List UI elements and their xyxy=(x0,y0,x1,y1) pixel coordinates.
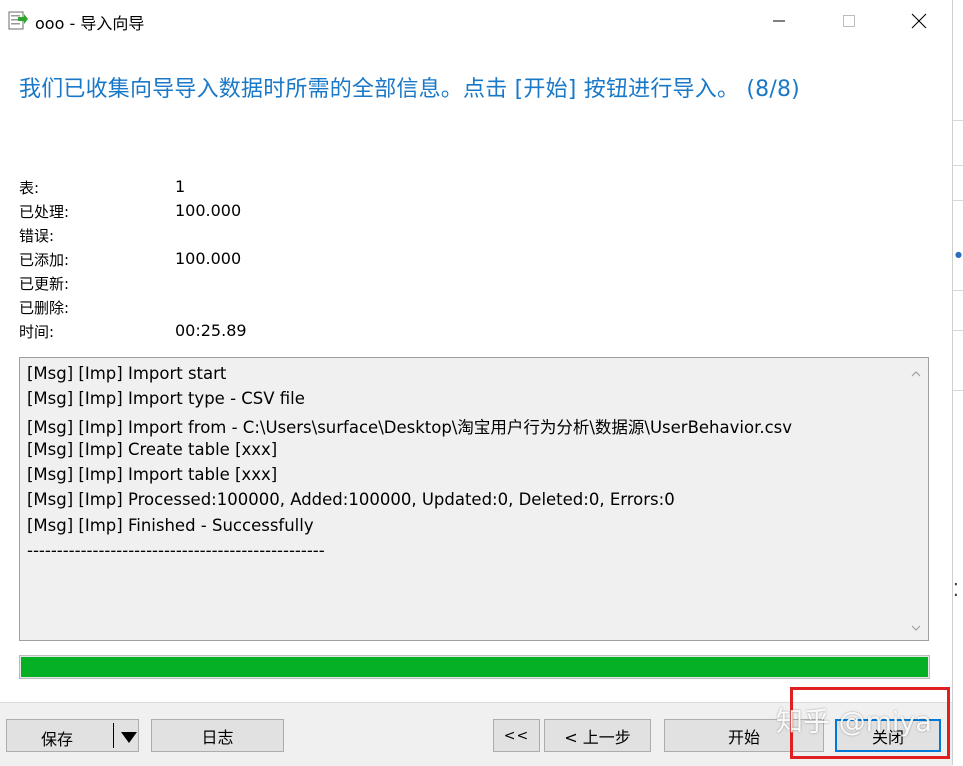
background-window-edge: ● ⁚ xyxy=(952,0,963,765)
scroll-up-icon[interactable] xyxy=(909,366,923,380)
log-line: [Msg] [Imp] Import table [xxx] xyxy=(27,465,278,484)
maximize-button[interactable] xyxy=(826,0,872,42)
import-log[interactable]: [Msg] [Imp] Import start [Msg] [Imp] Imp… xyxy=(19,357,929,641)
import-wizard-icon xyxy=(8,11,28,31)
stat-label: 已处理: xyxy=(19,203,70,221)
split-divider xyxy=(113,723,114,748)
log-line: [Msg] [Imp] Create table [xxx] xyxy=(27,440,278,459)
close-icon xyxy=(911,13,927,29)
save-button[interactable]: 保存 xyxy=(6,719,139,752)
title-bar[interactable]: ooo - 导入向导 xyxy=(0,0,952,42)
window-title: ooo - 导入向导 xyxy=(35,14,145,33)
scroll-down-icon[interactable] xyxy=(909,620,923,634)
stat-label: 已删除: xyxy=(19,299,70,317)
watermark: 知乎 @miya xyxy=(776,707,932,738)
import-wizard-window: ooo - 导入向导 我们已收集向导导入数据时所需的全部信息。点击 [开始] 按… xyxy=(0,0,952,766)
log-line: [Msg] [Imp] Processed:100000, Added:1000… xyxy=(27,490,675,509)
stat-label: 时间: xyxy=(19,323,55,341)
minimize-button[interactable] xyxy=(756,0,802,42)
stat-label: 已添加: xyxy=(19,251,70,269)
log-line: [Msg] [Imp] Import from - C:\Users\surfa… xyxy=(27,418,793,437)
save-label: 保存 xyxy=(41,730,74,749)
stat-label: 表: xyxy=(19,179,40,197)
log-line: ----------------------------------------… xyxy=(27,541,325,560)
window-close-button[interactable] xyxy=(896,0,942,42)
progress-fill xyxy=(21,657,928,677)
background-fragment-icon: ⁚ xyxy=(953,580,959,601)
stat-value: 00:25.89 xyxy=(175,321,247,340)
minimize-icon xyxy=(773,20,785,22)
log-line: [Msg] [Imp] Import start xyxy=(27,364,227,383)
log-line: [Msg] [Imp] Import type - CSV file xyxy=(27,389,305,408)
log-line: [Msg] [Imp] Finished - Successfully xyxy=(27,516,314,535)
stat-value: 1 xyxy=(175,177,186,196)
stat-value: 100.000 xyxy=(175,201,242,220)
step-heading: 我们已收集向导导入数据时所需的全部信息。点击 [开始] 按钮进行导入。 (8/8… xyxy=(19,77,800,102)
stat-label: 已更新: xyxy=(19,275,70,293)
log-button[interactable]: 日志 xyxy=(151,719,284,752)
stat-label: 错误: xyxy=(19,227,55,245)
maximize-icon xyxy=(843,15,855,27)
first-step-button[interactable]: << xyxy=(493,719,540,752)
chevron-down-icon[interactable] xyxy=(120,730,138,749)
import-progress-bar xyxy=(19,655,930,679)
stat-value: 100.000 xyxy=(175,249,242,268)
background-fragment-icon: ● xyxy=(955,250,962,259)
previous-step-button[interactable]: < 上一步 xyxy=(544,719,651,752)
